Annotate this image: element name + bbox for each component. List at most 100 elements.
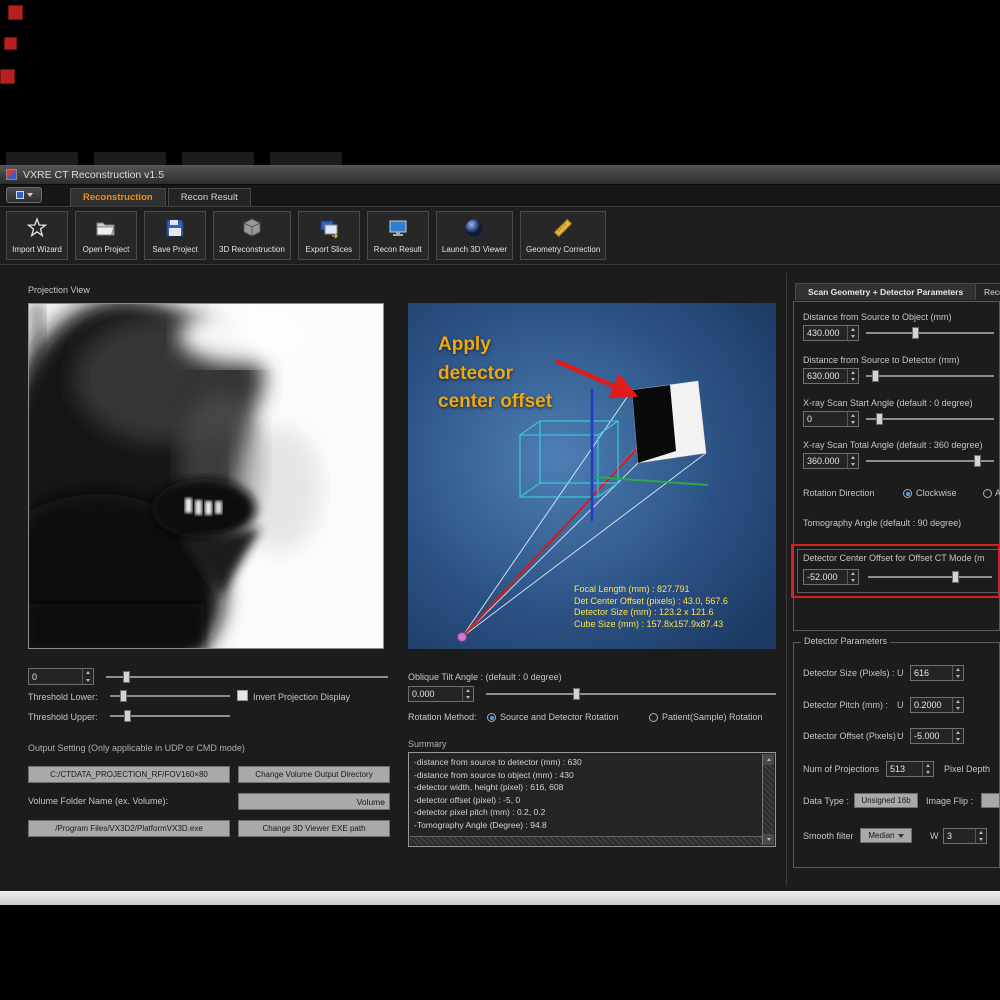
anticlockwise-label[interactable]: A bbox=[995, 488, 1000, 498]
data-type-dropdown[interactable]: Unsigned 16b bbox=[854, 793, 918, 808]
projection-index-input[interactable]: 0 bbox=[28, 668, 94, 685]
source-detector-distance-slider[interactable] bbox=[866, 370, 994, 382]
spinner-arrows[interactable] bbox=[847, 412, 858, 426]
spinner-arrows[interactable] bbox=[952, 666, 963, 680]
cube-icon bbox=[241, 217, 263, 244]
rotation-method-label: Rotation Method: bbox=[408, 712, 477, 722]
source-detector-rotation-label[interactable]: Source and Detector Rotation bbox=[500, 712, 619, 722]
projection-index-slider[interactable] bbox=[106, 671, 388, 683]
spinner-arrows[interactable] bbox=[975, 829, 986, 843]
toolbar-geometry-correction-button[interactable]: Geometry Correction bbox=[520, 211, 606, 260]
oblique-tilt-slider[interactable] bbox=[486, 688, 776, 700]
threshold-lower-label: Threshold Lower: bbox=[28, 692, 98, 702]
summary-line: -Tomography Angle (Degree) : 94.8 bbox=[414, 819, 760, 832]
tab-recon-result[interactable]: Recon Result bbox=[168, 188, 251, 206]
output-directory-path[interactable]: C:/CTDATA_PROJECTION_RF/FOV160×80 bbox=[28, 766, 230, 783]
smooth-filter-dropdown[interactable]: Median bbox=[860, 828, 912, 843]
image-flip-dropdown[interactable] bbox=[981, 793, 1000, 808]
app-icon bbox=[6, 169, 17, 180]
spinner-arrows[interactable] bbox=[847, 454, 858, 468]
axis-label: U bbox=[897, 700, 904, 710]
monitor-icon bbox=[387, 217, 409, 244]
num-projections-input[interactable]: 513 bbox=[886, 761, 934, 777]
threshold-upper-slider[interactable] bbox=[110, 710, 230, 722]
field-label: Distance from Source to Object (mm) bbox=[803, 312, 952, 322]
detector-center-offset-label: Detector Center Offset for Offset CT Mod… bbox=[803, 553, 985, 563]
toolbar-3d-reconstruction-button[interactable]: 3D Reconstruction bbox=[213, 211, 291, 260]
tab-scan-geometry[interactable]: Scan Geometry + Detector Parameters bbox=[795, 283, 976, 300]
w-size-input[interactable]: 3 bbox=[943, 828, 987, 844]
source-object-distance-slider[interactable] bbox=[866, 327, 994, 339]
toolbar-launch-3d-viewer-button[interactable]: Launch 3D Viewer bbox=[436, 211, 513, 260]
volume-folder-label: Volume Folder Name (ex. Volume): bbox=[28, 796, 168, 806]
spinner-arrows[interactable] bbox=[922, 762, 933, 776]
toolbar-recon-result-button[interactable]: Recon Result bbox=[367, 211, 429, 260]
stat-line: Det Center Offset (pixels) : 43.0, 567.6 bbox=[574, 596, 728, 608]
tab-reconstruction[interactable]: Reconstruction bbox=[70, 188, 166, 206]
detector-pitch-u-input[interactable]: 0.2000 bbox=[910, 697, 964, 713]
oblique-tilt-input[interactable]: 0.000 bbox=[408, 686, 474, 702]
source-detector-distance-input[interactable]: 630.000 bbox=[803, 368, 859, 384]
title-bar[interactable]: VXRE CT Reconstruction v1.5 bbox=[0, 165, 1000, 185]
source-detector-rotation-radio[interactable] bbox=[487, 713, 496, 722]
pixel-depth-label: Pixel Depth bbox=[944, 764, 990, 774]
open-folder-icon bbox=[95, 217, 117, 244]
spinner-arrows[interactable] bbox=[847, 570, 858, 584]
anticlockwise-radio[interactable] bbox=[983, 489, 992, 498]
invert-projection-checkbox[interactable] bbox=[237, 690, 248, 701]
scan-total-angle-input[interactable]: 360.000 bbox=[803, 453, 859, 469]
scan-start-angle-slider[interactable] bbox=[866, 413, 994, 425]
summary-vertical-scrollbar[interactable] bbox=[762, 754, 774, 845]
red-marker bbox=[8, 5, 23, 20]
spinner-arrows[interactable] bbox=[847, 326, 858, 340]
toolbar-import-wizard-button[interactable]: Import Wizard bbox=[6, 211, 68, 260]
summary-line: -detector width, height (pixel) : 616, 6… bbox=[414, 781, 760, 794]
patient-rotation-radio[interactable] bbox=[649, 713, 658, 722]
panel-divider bbox=[786, 273, 787, 885]
spinner-arrows[interactable] bbox=[952, 698, 963, 712]
threshold-lower-slider[interactable] bbox=[110, 690, 230, 702]
scan-start-angle-input[interactable]: 0 bbox=[803, 411, 859, 427]
field-label: Detector Offset (Pixels) : bbox=[803, 731, 901, 741]
summary-line: -distance from source to object (mm) : 4… bbox=[414, 769, 760, 782]
spinner-arrows[interactable] bbox=[847, 369, 858, 383]
ghost-thumbnail bbox=[6, 152, 78, 165]
scan-total-angle-slider[interactable] bbox=[866, 455, 994, 467]
invert-projection-label[interactable]: Invert Projection Display bbox=[253, 692, 350, 702]
clockwise-label[interactable]: Clockwise bbox=[916, 488, 957, 498]
detector-parameters-title: Detector Parameters bbox=[801, 636, 890, 646]
change-viewer-exe-button[interactable]: Change 3D Viewer EXE path bbox=[238, 820, 390, 837]
field-label: Distance from Source to Detector (mm) bbox=[803, 355, 960, 365]
spinner-arrows[interactable] bbox=[952, 729, 963, 743]
source-object-distance-input[interactable]: 430.000 bbox=[803, 325, 859, 341]
toolbar-save-project-button[interactable]: Save Project bbox=[144, 211, 206, 260]
detector-size-u-input[interactable]: 616 bbox=[910, 665, 964, 681]
window-bottom-strip bbox=[0, 891, 1000, 905]
sphere-icon bbox=[463, 217, 485, 244]
detector-center-offset-input[interactable]: -52.000 bbox=[803, 569, 859, 585]
threshold-upper-label: Threshold Upper: bbox=[28, 712, 98, 722]
detector-offset-u-input[interactable]: -5.000 bbox=[910, 728, 964, 744]
summary-line: -detector pixel pitch (mm) : 0.2, 0.2 bbox=[414, 806, 760, 819]
spinner-arrows[interactable] bbox=[82, 669, 93, 684]
patient-rotation-label[interactable]: Patient(Sample) Rotation bbox=[662, 712, 763, 722]
star-wand-icon bbox=[26, 217, 48, 244]
viewer-exe-path[interactable]: /Program Files/VX3D2/PlatformVX3D.exe bbox=[28, 820, 230, 837]
toolbar-open-project-button[interactable]: Open Project bbox=[75, 211, 137, 260]
detector-center-offset-slider[interactable] bbox=[868, 571, 992, 583]
chevron-down-icon bbox=[898, 834, 904, 838]
tomography-angle-label: Tomography Angle (default : 90 degree) bbox=[803, 518, 961, 528]
annotation-text: Apply detector center offset bbox=[438, 331, 558, 417]
volume-folder-input[interactable]: Volume bbox=[238, 793, 390, 810]
change-output-directory-button[interactable]: Change Volume Output Directory bbox=[238, 766, 390, 783]
spinner-arrows[interactable] bbox=[462, 687, 473, 701]
scroll-up-icon bbox=[767, 758, 771, 761]
quick-access-button[interactable] bbox=[6, 187, 42, 203]
toolbar-export-slices-button[interactable]: Export Slices bbox=[298, 211, 360, 260]
summary-horizontal-scrollbar[interactable] bbox=[410, 836, 762, 845]
xray-projection-image bbox=[28, 303, 384, 649]
clockwise-radio[interactable] bbox=[903, 489, 912, 498]
save-icon bbox=[16, 191, 24, 199]
tab-recon[interactable]: Recon bbox=[975, 283, 1000, 300]
geometry-3d-view[interactable]: Apply detector center offset Focal Lengt… bbox=[408, 303, 776, 649]
